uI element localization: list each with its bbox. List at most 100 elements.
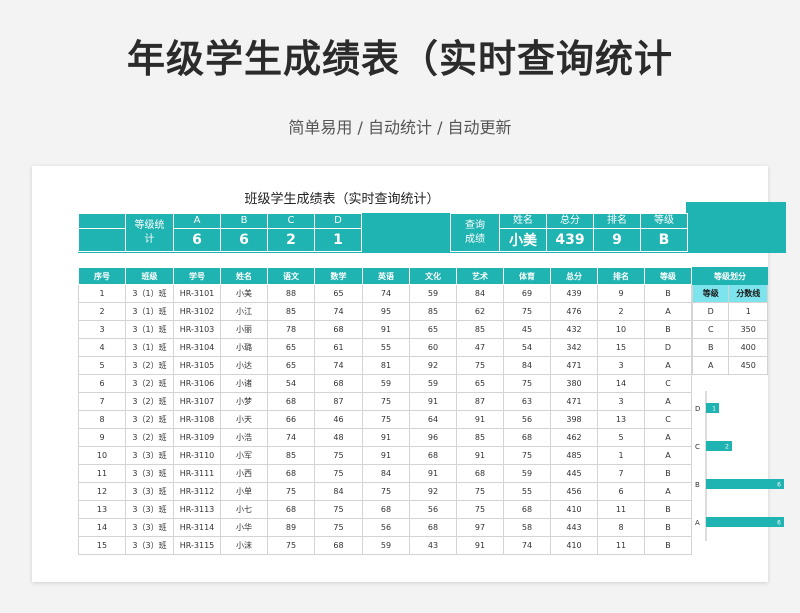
table-cell[interactable]: HR-3104	[173, 338, 221, 357]
table-cell[interactable]: 3（3）班	[125, 482, 174, 501]
table-cell[interactable]: B	[644, 284, 692, 303]
table-cell[interactable]: 3（1）班	[125, 302, 174, 321]
table-cell[interactable]: 443	[550, 518, 598, 537]
table-cell[interactable]: 6	[597, 482, 645, 501]
table-cell[interactable]: HR-3101	[173, 284, 221, 303]
table-cell[interactable]: 380	[550, 374, 598, 393]
table-cell[interactable]: 75	[267, 482, 315, 501]
table-cell[interactable]: 小丽	[220, 320, 268, 339]
table-cell[interactable]: 66	[267, 410, 315, 429]
table-cell[interactable]: 84	[362, 464, 410, 483]
table-cell[interactable]: 68	[456, 464, 504, 483]
table-cell[interactable]: 3（2）班	[125, 374, 174, 393]
table-cell[interactable]: 56	[362, 518, 410, 537]
table-cell[interactable]: 61	[314, 338, 363, 357]
table-cell[interactable]: 85	[456, 428, 504, 447]
table-cell[interactable]: 95	[362, 302, 410, 321]
table-cell[interactable]: 59	[503, 464, 551, 483]
table-cell[interactable]: 85	[267, 302, 315, 321]
table-cell[interactable]: 410	[550, 500, 598, 519]
table-cell[interactable]: HR-3113	[173, 500, 221, 519]
table-cell[interactable]: 68	[362, 500, 410, 519]
table-cell[interactable]: 445	[550, 464, 598, 483]
table-cell[interactable]: 476	[550, 302, 598, 321]
table-cell[interactable]: 3（1）班	[125, 338, 174, 357]
table-cell[interactable]: 92	[409, 356, 457, 375]
table-cell[interactable]: 4	[78, 338, 126, 357]
table-cell[interactable]: 64	[409, 410, 457, 429]
table-cell[interactable]: 75	[314, 446, 363, 465]
table-cell[interactable]: 55	[503, 482, 551, 501]
table-cell[interactable]: 小单	[220, 482, 268, 501]
table-cell[interactable]: 410	[550, 536, 598, 555]
table-cell[interactable]: 3	[78, 320, 126, 339]
table-cell[interactable]: 59	[362, 374, 410, 393]
table-cell[interactable]: 75	[503, 446, 551, 465]
table-cell[interactable]: 小美	[220, 284, 268, 303]
table-cell[interactable]: 91	[456, 536, 504, 555]
table-cell[interactable]: 68	[267, 500, 315, 519]
table-cell[interactable]: 87	[314, 392, 363, 411]
table-cell[interactable]: 13	[78, 500, 126, 519]
table-cell[interactable]: 65	[456, 374, 504, 393]
table-cell[interactable]: 54	[503, 338, 551, 357]
table-cell[interactable]: 96	[409, 428, 457, 447]
table-cell[interactable]: 84	[503, 356, 551, 375]
table-cell[interactable]: HR-3115	[173, 536, 221, 555]
table-cell[interactable]: 485	[550, 446, 598, 465]
table-cell[interactable]: 92	[409, 482, 457, 501]
table-cell[interactable]: 62	[456, 302, 504, 321]
table-cell[interactable]: 小军	[220, 446, 268, 465]
table-cell[interactable]: 85	[456, 320, 504, 339]
table-cell[interactable]: 8	[597, 518, 645, 537]
table-cell[interactable]: A	[644, 428, 692, 447]
table-cell[interactable]: 14	[78, 518, 126, 537]
table-cell[interactable]: 2	[597, 302, 645, 321]
table-cell[interactable]: 75	[456, 500, 504, 519]
table-cell[interactable]: 3（2）班	[125, 356, 174, 375]
table-cell[interactable]: 68	[314, 374, 363, 393]
table-cell[interactable]: 78	[267, 320, 315, 339]
table-cell[interactable]: 65	[314, 284, 363, 303]
table-cell[interactable]: 75	[456, 482, 504, 501]
table-cell[interactable]: 小达	[220, 356, 268, 375]
table-cell[interactable]: C	[644, 410, 692, 429]
table-cell[interactable]: 3（3）班	[125, 536, 174, 555]
table-cell[interactable]: 小浩	[220, 428, 268, 447]
table-cell[interactable]: 88	[267, 284, 315, 303]
table-cell[interactable]: 43	[409, 536, 457, 555]
table-cell[interactable]: A	[644, 302, 692, 321]
table-cell[interactable]: B	[644, 500, 692, 519]
table-cell[interactable]: 6	[78, 374, 126, 393]
table-cell[interactable]: 7	[597, 464, 645, 483]
table-cell[interactable]: 91	[456, 446, 504, 465]
table-cell[interactable]: 85	[409, 302, 457, 321]
table-cell[interactable]: 456	[550, 482, 598, 501]
table-cell[interactable]: 75	[456, 356, 504, 375]
table-cell[interactable]: 84	[456, 284, 504, 303]
table-cell[interactable]: HR-3111	[173, 464, 221, 483]
table-cell[interactable]: 84	[314, 482, 363, 501]
table-cell[interactable]: 5	[597, 428, 645, 447]
table-cell[interactable]: B	[644, 464, 692, 483]
table-cell[interactable]: 小梦	[220, 392, 268, 411]
table-cell[interactable]: HR-3105	[173, 356, 221, 375]
table-cell[interactable]: 12	[78, 482, 126, 501]
table-cell[interactable]: 68	[267, 464, 315, 483]
table-cell[interactable]: 74	[314, 302, 363, 321]
table-cell[interactable]: 46	[314, 410, 363, 429]
table-cell[interactable]: 3（2）班	[125, 428, 174, 447]
table-cell[interactable]: 65	[409, 320, 457, 339]
table-cell[interactable]: HR-3106	[173, 374, 221, 393]
table-cell[interactable]: 68	[314, 536, 363, 555]
table-cell[interactable]: 7	[78, 392, 126, 411]
table-cell[interactable]: 439	[550, 284, 598, 303]
table-cell[interactable]: 54	[267, 374, 315, 393]
table-cell[interactable]: C	[644, 374, 692, 393]
table-cell[interactable]: 75	[362, 410, 410, 429]
table-cell[interactable]: 75	[314, 464, 363, 483]
table-cell[interactable]: 小诸	[220, 374, 268, 393]
table-cell[interactable]: 3（3）班	[125, 446, 174, 465]
table-cell[interactable]: HR-3103	[173, 320, 221, 339]
table-cell[interactable]: 47	[456, 338, 504, 357]
